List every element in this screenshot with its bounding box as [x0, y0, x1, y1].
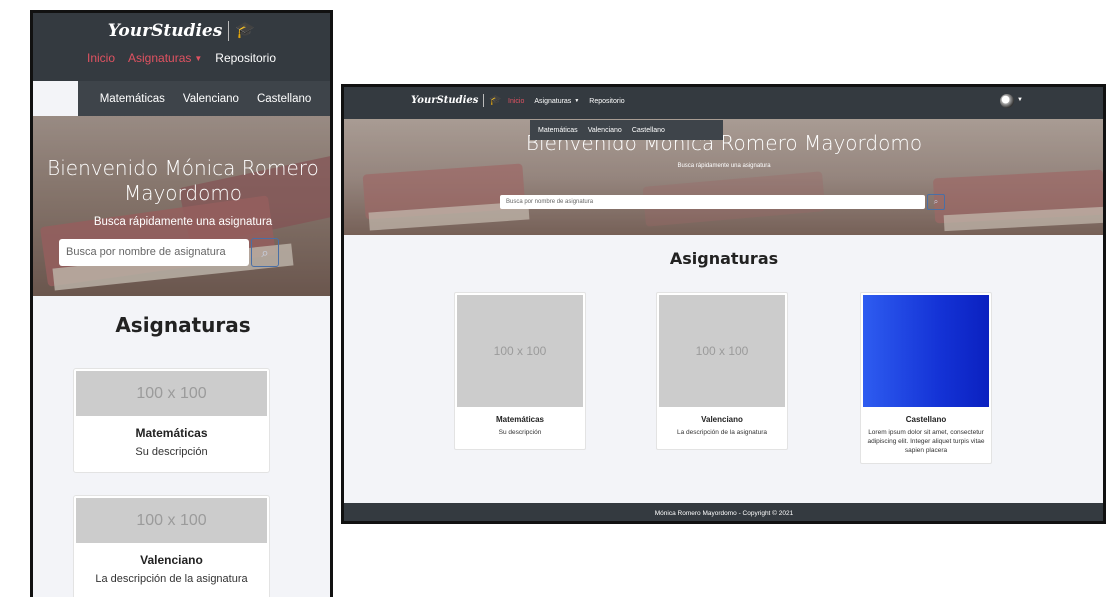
caret-down-icon: ▼ — [574, 98, 580, 105]
subject-card[interactable]: Castellano Lorem ipsum dolor sit amet, c… — [860, 292, 992, 464]
nav-dropdown-label: Asignaturas — [128, 51, 192, 65]
hero-overlay — [33, 116, 330, 296]
card-title: Valenciano — [701, 415, 743, 424]
card-thumbnail: 100 x 100 — [457, 295, 583, 407]
search-button[interactable]: ⌕ — [251, 238, 279, 267]
brand-divider — [228, 21, 230, 41]
search-input[interactable]: Busca por nombre de asignatura — [500, 195, 925, 209]
card-thumbnail: 100 x 100 — [76, 498, 267, 543]
search-input[interactable]: Busca por nombre de asignatura — [59, 239, 249, 266]
card-description: La descripción de la asignatura — [677, 429, 767, 436]
nav-links: Inicio Asignaturas ▼ Repositorio — [33, 51, 330, 65]
nav-dropdown-asignaturas[interactable]: Asignaturas ▼ — [128, 51, 202, 65]
nav-links: Inicio Asignaturas ▼ Repositorio — [508, 98, 625, 105]
desktop-view: Bienvenido Mónica Romero Mayordomo Busca… — [341, 84, 1106, 524]
avatar[interactable] — [1000, 94, 1014, 108]
section-title: Asignaturas — [115, 313, 251, 337]
search-icon: ⌕ — [933, 197, 939, 206]
asignaturas-dropdown-menu: Matemáticas Valenciano Castellano — [78, 81, 330, 116]
card-title: Castellano — [905, 415, 947, 424]
search-button[interactable]: ⌕ — [927, 194, 945, 210]
mobile-view: YourStudies 🎓 Inicio Asignaturas ▼ Reposi… — [30, 10, 333, 597]
dropdown-item-castellano[interactable]: Castellano — [632, 127, 665, 134]
hero-title: Bienvenido Mónica Romero Mayordomo — [47, 156, 319, 205]
asignaturas-dropdown-menu: Matemáticas Valenciano Castellano — [530, 120, 723, 140]
brand[interactable]: YourStudies 🎓 — [33, 13, 330, 41]
nav-dropdown-asignaturas[interactable]: Asignaturas ▼ — [534, 98, 579, 105]
nav-link-inicio[interactable]: Inicio — [508, 98, 524, 105]
dropdown-item-valenciano[interactable]: Valenciano — [588, 127, 622, 134]
brand-divider — [483, 94, 485, 107]
nav-link-inicio[interactable]: Inicio — [87, 51, 115, 65]
search-icon: ⌕ — [261, 245, 269, 260]
card-title: Valenciano — [140, 553, 203, 567]
dropdown-item-valenciano[interactable]: Valenciano — [183, 93, 239, 105]
caret-down-icon[interactable]: ▼ — [1017, 97, 1023, 103]
brand[interactable]: YourStudies 🎓 — [411, 94, 502, 107]
brand-name: YourStudies — [107, 21, 223, 41]
mobile-navbar: YourStudies 🎓 Inicio Asignaturas ▼ Reposi… — [33, 13, 330, 81]
desktop-navbar: YourStudies 🎓 Inicio Asignaturas ▼ Reposi… — [344, 87, 1103, 119]
dropdown-item-matematicas[interactable]: Matemáticas — [538, 127, 578, 134]
card-title: Matemáticas — [495, 415, 545, 424]
card-description: La descripción de la asignatura — [95, 573, 248, 585]
nav-link-repositorio[interactable]: Repositorio — [215, 51, 276, 65]
card-thumbnail: 100 x 100 — [659, 295, 785, 407]
hero-subtitle: Busca rápidamente una asignatura — [677, 163, 771, 169]
card-thumbnail — [863, 295, 989, 407]
brand-name: YourStudies — [411, 95, 479, 106]
nav-dropdown-label: Asignaturas — [534, 98, 572, 105]
subject-card[interactable]: 100 x 100 Matemáticas Su descripción — [73, 368, 270, 473]
hero-banner: Bienvenido Mónica Romero Mayordomo Busca… — [344, 119, 1103, 235]
dropdown-item-castellano[interactable]: Castellano — [257, 93, 311, 105]
footer: Mónica Romero Mayordomo - Copyright © 20… — [344, 503, 1103, 521]
subject-card[interactable]: 100 x 100 Valenciano La descripción de l… — [656, 292, 788, 450]
dropdown-item-matematicas[interactable]: Matemáticas — [100, 93, 165, 105]
caret-down-icon: ▼ — [194, 54, 203, 64]
hero-banner: Bienvenido Mónica Romero Mayordomo Busca… — [33, 116, 330, 296]
nav-link-repositorio[interactable]: Repositorio — [589, 98, 624, 105]
graduation-cap-icon: 🎓 — [235, 22, 256, 39]
card-description: Lorem ipsum dolor sit amet, consectetur … — [867, 429, 985, 454]
hero-subtitle: Busca rápidamente una asignatura — [93, 216, 273, 228]
subject-card[interactable]: 100 x 100 Valenciano La descripción de l… — [73, 495, 270, 597]
card-description: Su descripción — [135, 446, 208, 458]
screenshot-composite: YourStudies 🎓 Inicio Asignaturas ▼ Reposi… — [0, 0, 1106, 597]
section-title: Asignaturas — [669, 249, 779, 268]
subject-card[interactable]: 100 x 100 Matemáticas Su descripción — [454, 292, 586, 450]
card-description: Su descripción — [498, 429, 542, 436]
hero-title: Bienvenido Mónica Romero Mayordomo — [525, 131, 923, 155]
card-thumbnail: 100 x 100 — [76, 371, 267, 416]
graduation-cap-icon: 🎓 — [489, 94, 502, 106]
card-title: Matemáticas — [135, 426, 208, 440]
